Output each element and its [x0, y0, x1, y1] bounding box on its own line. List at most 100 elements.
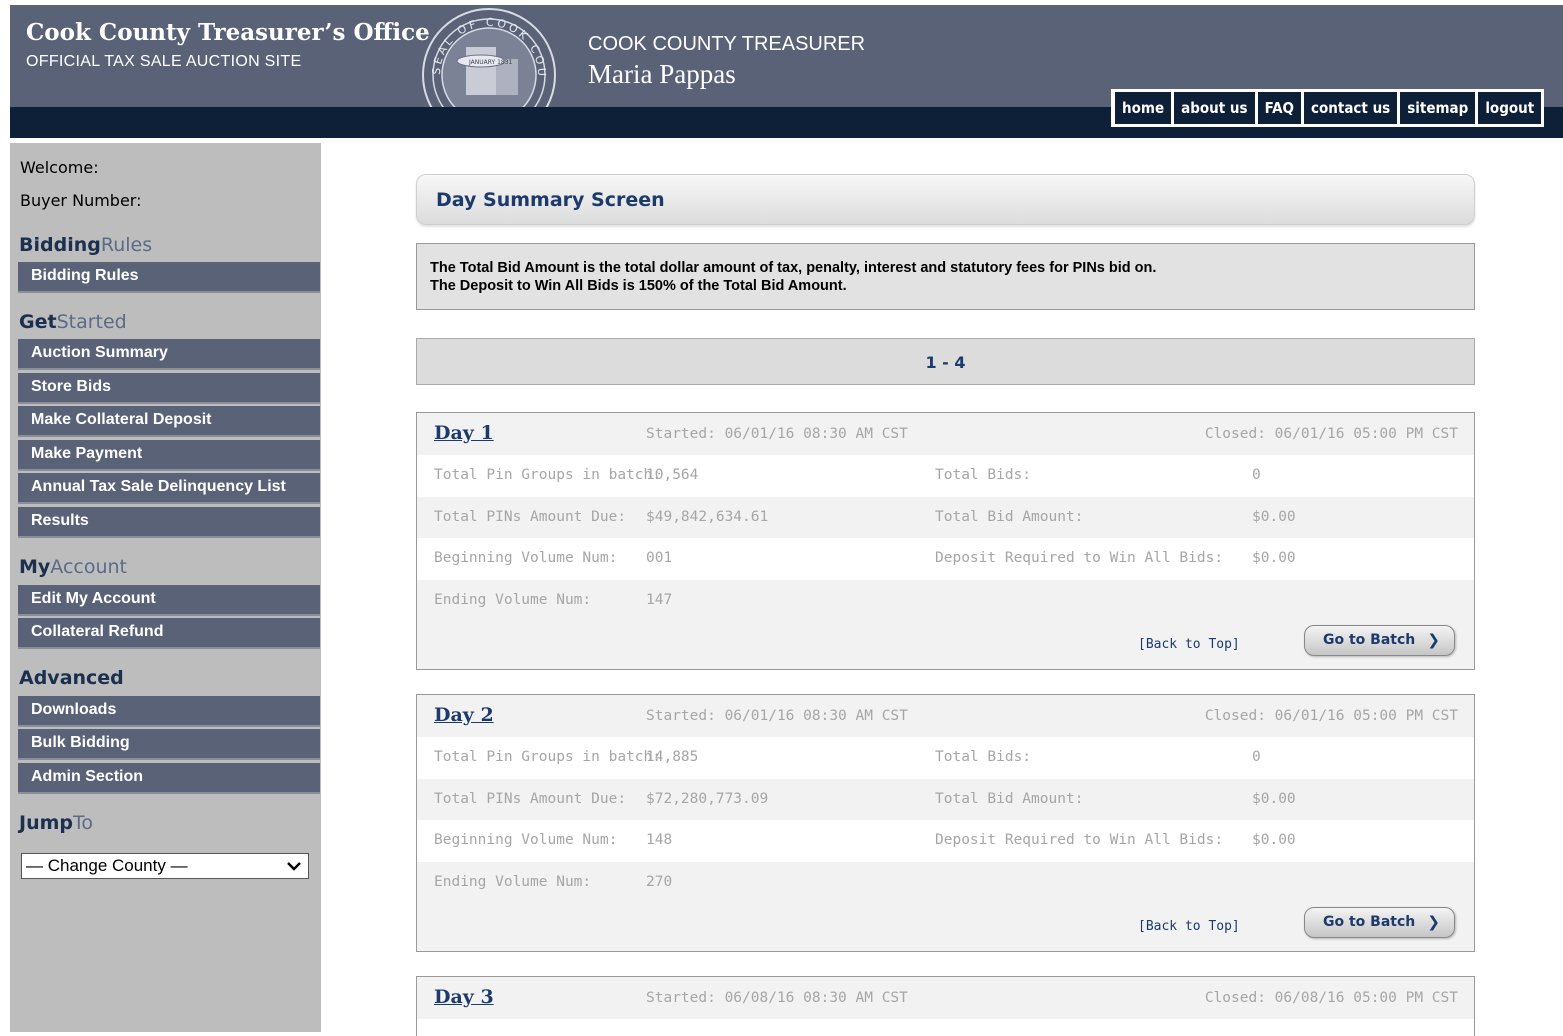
section-heading-part: To [73, 812, 94, 834]
deposit-value: $0.00 [1252, 832, 1296, 848]
sidebar-item-results[interactable]: Results [18, 507, 320, 538]
site-subtitle: OFFICIAL TAX SALE AUCTION SITE [26, 53, 302, 70]
total-bids-label: Total Bids: [935, 467, 1032, 483]
day-title-link[interactable]: Day 2 [434, 704, 494, 726]
bid-info-notice: The Total Bid Amount is the total dollar… [416, 243, 1475, 310]
pins-due-value: $72,280,773.09 [646, 790, 769, 807]
nav-contact-us[interactable]: contact us [1303, 92, 1398, 124]
sidebar-item-downloads[interactable]: Downloads [18, 696, 320, 727]
county-select-value: — Change County — [26, 856, 188, 875]
section-heading-part: Bidding [19, 234, 101, 256]
begin-volume-value: 001 [646, 550, 673, 566]
day-closed-time: Closed: 06/01/16 05:00 PM CST [1204, 708, 1458, 724]
site-title: Cook County Treasurer’s Office [26, 19, 430, 46]
total-bids-value: 0 [1252, 749, 1261, 765]
treasurer-title: COOK COUNTY TREASURER [588, 33, 866, 55]
pins-due-value: $49,842,634.61 [646, 508, 769, 525]
section-heading-part: Rules [100, 234, 153, 256]
back-to-top-link[interactable]: [Back to Top] [1138, 919, 1240, 934]
chevron-right-icon: ❯ [1427, 913, 1440, 931]
notice-line: The Deposit to Win All Bids is 150% of t… [430, 278, 847, 294]
section-heading-jump-to: JumpTo [19, 812, 93, 834]
nav-logout[interactable]: logout [1478, 92, 1542, 124]
section-heading-part: Account [50, 556, 128, 578]
deposit-value: $0.00 [1252, 550, 1296, 566]
sidebar-item-bulk-bidding[interactable]: Bulk Bidding [18, 729, 320, 760]
deposit-label: Deposit Required to Win All Bids: [935, 550, 1224, 566]
pin-groups-value: 10,564 [646, 467, 699, 483]
sidebar-item-store-bids[interactable]: Store Bids [18, 373, 320, 404]
total-bid-amount-value: $0.00 [1252, 790, 1296, 807]
pins-due-label: Total PINs Amount Due: [434, 790, 627, 807]
sidebar-item-admin-section[interactable]: Admin Section [18, 763, 320, 794]
day-closed-time: Closed: 06/01/16 05:00 PM CST [1204, 426, 1458, 442]
end-volume-label: Ending Volume Num: [434, 873, 592, 890]
begin-volume-value: 148 [646, 832, 673, 848]
go-to-batch-button[interactable]: Go to Batch ❯ [1304, 907, 1455, 938]
nav-faq[interactable]: FAQ [1257, 92, 1301, 124]
section-heading-part: Started [56, 311, 127, 333]
sidebar-item-delinquency-list[interactable]: Annual Tax Sale Delinquency List [18, 473, 320, 504]
page-title-bar: Day Summary Screen [416, 174, 1475, 225]
top-navigation: home about us FAQ contact us sitemap log… [1111, 89, 1545, 127]
total-bid-amount-value: $0.00 [1252, 508, 1296, 525]
day-started-time: Started: 06/08/16 08:30 AM CST [646, 990, 908, 1006]
sidebar-item-edit-my-account[interactable]: Edit My Account [18, 585, 320, 616]
section-heading-part: Jump [19, 812, 73, 834]
day-summary-card: Day 1 Started: 06/01/16 08:30 AM CST Clo… [416, 412, 1475, 670]
sidebar-item-make-collateral-deposit[interactable]: Make Collateral Deposit [18, 406, 320, 437]
section-heading-advanced: Advanced [19, 667, 124, 689]
chevron-right-icon: ❯ [1427, 631, 1440, 649]
go-to-batch-button[interactable]: Go to Batch ❯ [1304, 625, 1455, 656]
sidebar-item-auction-summary[interactable]: Auction Summary [18, 339, 320, 370]
pin-groups-label: Total Pin Groups in batch: [434, 749, 661, 765]
section-heading-get-started: GetStarted [19, 311, 127, 333]
go-to-batch-label: Go to Batch [1323, 632, 1416, 648]
site-header: Cook County Treasurer’s Office OFFICIAL … [10, 0, 1563, 138]
back-to-top-link[interactable]: [Back to Top] [1138, 637, 1240, 652]
sidebar-item-bidding-rules[interactable]: Bidding Rules [18, 262, 320, 293]
page-title: Day Summary Screen [436, 189, 665, 211]
day-title-link[interactable]: Day 1 [434, 422, 494, 444]
sidebar: Welcome: Buyer Number: BiddingRules Bidd… [10, 143, 321, 1032]
change-county-select[interactable]: — Change County — [21, 853, 309, 879]
sidebar-item-make-payment[interactable]: Make Payment [18, 440, 320, 471]
nav-sitemap[interactable]: sitemap [1400, 92, 1476, 124]
total-bid-amount-label: Total Bid Amount: [935, 790, 1084, 807]
nav-home[interactable]: home [1115, 92, 1172, 124]
pin-groups-label: Total Pin Groups in batch: [434, 467, 661, 483]
section-heading-part: My [19, 556, 51, 578]
day-summary-card: Day 3 Started: 06/08/16 08:30 AM CST Clo… [416, 976, 1475, 1036]
begin-volume-label: Beginning Volume Num: [434, 550, 618, 566]
day-summary-card: Day 2 Started: 06/01/16 08:30 AM CST Clo… [416, 694, 1475, 952]
pin-groups-value: 14,885 [646, 749, 699, 765]
chevron-down-icon [287, 862, 301, 871]
sidebar-item-collateral-refund[interactable]: Collateral Refund [18, 618, 320, 649]
section-heading-bidding-rules: BiddingRules [19, 234, 152, 256]
day-started-time: Started: 06/01/16 08:30 AM CST [646, 426, 908, 442]
begin-volume-label: Beginning Volume Num: [434, 832, 618, 848]
total-bid-amount-label: Total Bid Amount: [935, 508, 1084, 525]
go-to-batch-label: Go to Batch [1323, 914, 1416, 930]
treasurer-name: Maria Pappas [588, 59, 736, 89]
section-heading-part: Get [19, 311, 57, 333]
county-seal-logo: SEAL OF COOK COUNTY JANUARY 1831 [414, 0, 564, 107]
welcome-label: Welcome: [20, 158, 99, 177]
seal-date-text: JANUARY 1831 [468, 59, 513, 66]
end-volume-value: 270 [646, 873, 673, 890]
pagination-range: 1 - 4 [416, 338, 1475, 385]
total-bids-label: Total Bids: [935, 749, 1032, 765]
day-started-time: Started: 06/01/16 08:30 AM CST [646, 708, 908, 724]
day-closed-time: Closed: 06/08/16 05:00 PM CST [1204, 990, 1458, 1006]
end-volume-label: Ending Volume Num: [434, 591, 592, 608]
end-volume-value: 147 [646, 591, 673, 608]
section-heading-part: Advanced [19, 667, 124, 689]
day-title-link[interactable]: Day 3 [434, 986, 494, 1008]
notice-line: The Total Bid Amount is the total dollar… [430, 260, 1157, 276]
pins-due-label: Total PINs Amount Due: [434, 508, 627, 525]
nav-about-us[interactable]: about us [1174, 92, 1255, 124]
deposit-label: Deposit Required to Win All Bids: [935, 832, 1224, 848]
total-bids-value: 0 [1252, 467, 1261, 483]
buyer-number-label: Buyer Number: [20, 191, 142, 210]
section-heading-my-account: MyAccount [19, 556, 127, 578]
